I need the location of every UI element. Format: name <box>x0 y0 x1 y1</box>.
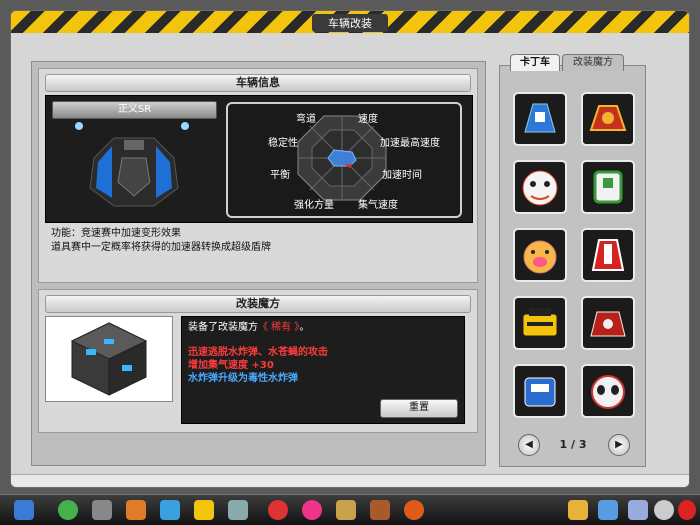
red-racer-kart-icon <box>591 239 625 271</box>
car-slot[interactable] <box>513 160 567 214</box>
mod-effect-text: 装备了改装魔方《 稀有 》。 迅速逃脱水炸弹、水苍蝇的攻击 增加集气速度 +30… <box>182 317 334 389</box>
tool-icon[interactable] <box>336 500 356 520</box>
gear-icon[interactable] <box>228 500 248 520</box>
start-icon[interactable] <box>14 500 34 520</box>
panda-kart-icon <box>591 375 625 409</box>
friends-icon[interactable] <box>598 500 618 520</box>
radar-label-speed: 速度 <box>358 114 378 125</box>
title-bar: 车辆改装 <box>11 11 689 33</box>
effect-line: 增加集气速度 +30 <box>188 360 274 371</box>
car-slot[interactable] <box>581 364 635 418</box>
tab-kart[interactable]: 卡丁车 <box>510 54 560 71</box>
lion-dance-kart-icon <box>522 170 558 206</box>
taxi-kart-icon <box>522 308 558 337</box>
vehicle-info-panel: 车辆信息 正义SR 弯道 速度 加速最高速度 加速时间 集气速度 强化方量 平衡… <box>38 68 478 283</box>
mod-magic-header: 改装魔方 <box>45 295 471 313</box>
red-sport-kart-icon <box>590 311 626 337</box>
equipped-name: 《 稀有 》 <box>258 322 300 333</box>
reset-button[interactable]: 重置 <box>380 399 458 418</box>
shop-cart-icon[interactable] <box>92 500 112 520</box>
effect-line: 迅速逃脱水炸弹、水苍蝇的攻击 <box>188 347 328 358</box>
vehicle-mod-window: 车辆改装 车辆信息 正义SR 弯道 速度 加速最高速度 加速时间 集气速度 强化… <box>10 10 690 488</box>
heart-icon[interactable] <box>302 500 322 520</box>
equipped-suffix: 。 <box>299 322 310 333</box>
blue-kart-icon <box>524 103 556 133</box>
description-line: 道具赛中一定概率将获得的加速器转换成超级盾牌 <box>51 242 271 253</box>
kart-icon[interactable] <box>160 500 180 520</box>
car-slot[interactable] <box>581 296 635 350</box>
vehicle-info-header: 车辆信息 <box>45 74 471 92</box>
magic-cube-icon <box>70 322 148 396</box>
radar-label-boost-top-speed: 加速最高速度 <box>380 138 440 149</box>
red-gold-kart-icon <box>589 105 627 131</box>
car-name-label: 正义SR <box>52 101 217 119</box>
chevron-left-icon: ◀ <box>525 439 533 450</box>
radar-label-boost-time: 加速时间 <box>382 170 422 181</box>
radar-label-stability: 稳定性 <box>268 138 298 149</box>
vehicle-description: 功能：竞速赛中加速变形效果 道具赛中一定概率将获得的加速器转换成超级盾牌 <box>51 227 461 255</box>
notes-icon[interactable] <box>568 500 588 520</box>
taskbar <box>0 494 700 525</box>
item-icon[interactable] <box>194 500 214 520</box>
radar-label-enhance: 强化方量 <box>294 200 334 211</box>
prev-page-button[interactable]: ◀ <box>518 434 540 456</box>
search-icon[interactable] <box>654 500 674 520</box>
badge-icon[interactable] <box>404 500 424 520</box>
effect-line: 水炸弹升级为毒性水炸弹 <box>188 373 298 384</box>
settings-icon[interactable] <box>628 500 648 520</box>
radar-chart-icon <box>297 115 387 201</box>
mod-magic-panel: 改装魔方 装备了改装魔方《 稀有 》。 迅速逃脱水炸弹、水苍蝇的攻击 增加集气速… <box>38 289 478 433</box>
radar-label-charge-speed: 集气速度 <box>358 200 398 211</box>
stats-radar: 弯道 速度 加速最高速度 加速时间 集气速度 强化方量 平衡 稳定性 <box>226 102 462 218</box>
equipped-prefix: 装备了改装魔方 <box>188 322 258 333</box>
magic-cube-preview <box>45 316 173 402</box>
radar-label-curve: 弯道 <box>296 114 316 125</box>
pig-kart-icon <box>523 240 557 274</box>
character-icon[interactable] <box>126 500 146 520</box>
next-page-button[interactable]: ▶ <box>608 434 630 456</box>
back-icon[interactable] <box>58 500 78 520</box>
power-icon[interactable] <box>678 500 696 520</box>
car-slot[interactable] <box>513 228 567 282</box>
main-content-area: 车辆信息 正义SR 弯道 速度 加速最高速度 加速时间 集气速度 强化方量 平衡… <box>31 61 486 466</box>
mail-alert-icon[interactable] <box>268 500 288 520</box>
book-icon[interactable] <box>370 500 390 520</box>
radar-label-balance: 平衡 <box>270 170 290 181</box>
pagination: ◀ 1 / 3 ▶ <box>512 434 634 458</box>
page-indicator: 1 / 3 <box>559 438 587 451</box>
blue-police-kart-icon <box>524 377 556 407</box>
window-title: 车辆改装 <box>312 14 388 32</box>
equipped-line: 装备了改装魔方《 稀有 》。 <box>188 321 328 334</box>
description-line: 功能：竞速赛中加速变形效果 <box>51 228 181 239</box>
tab-mod-magic[interactable]: 改装魔方 <box>562 54 624 71</box>
car-slot[interactable] <box>581 228 635 282</box>
mod-effect-box: 装备了改装魔方《 稀有 》。 迅速逃脱水炸弹、水苍蝇的攻击 增加集气速度 +30… <box>181 316 465 424</box>
car-slot[interactable] <box>581 160 635 214</box>
window-footer <box>11 474 689 487</box>
car-slot[interactable] <box>513 92 567 146</box>
car-preview-icon <box>75 122 189 207</box>
car-slot[interactable] <box>513 364 567 418</box>
car-list-panel: 卡丁车 改装魔方 ◀ 1 / 3 ▶ <box>499 54 646 467</box>
car-slot[interactable] <box>513 296 567 350</box>
car-slot[interactable] <box>581 92 635 146</box>
chevron-right-icon: ▶ <box>615 439 623 450</box>
green-white-kart-icon <box>593 170 623 204</box>
vehicle-display: 正义SR 弯道 速度 加速最高速度 加速时间 集气速度 强化方量 平衡 稳定性 <box>45 95 473 223</box>
